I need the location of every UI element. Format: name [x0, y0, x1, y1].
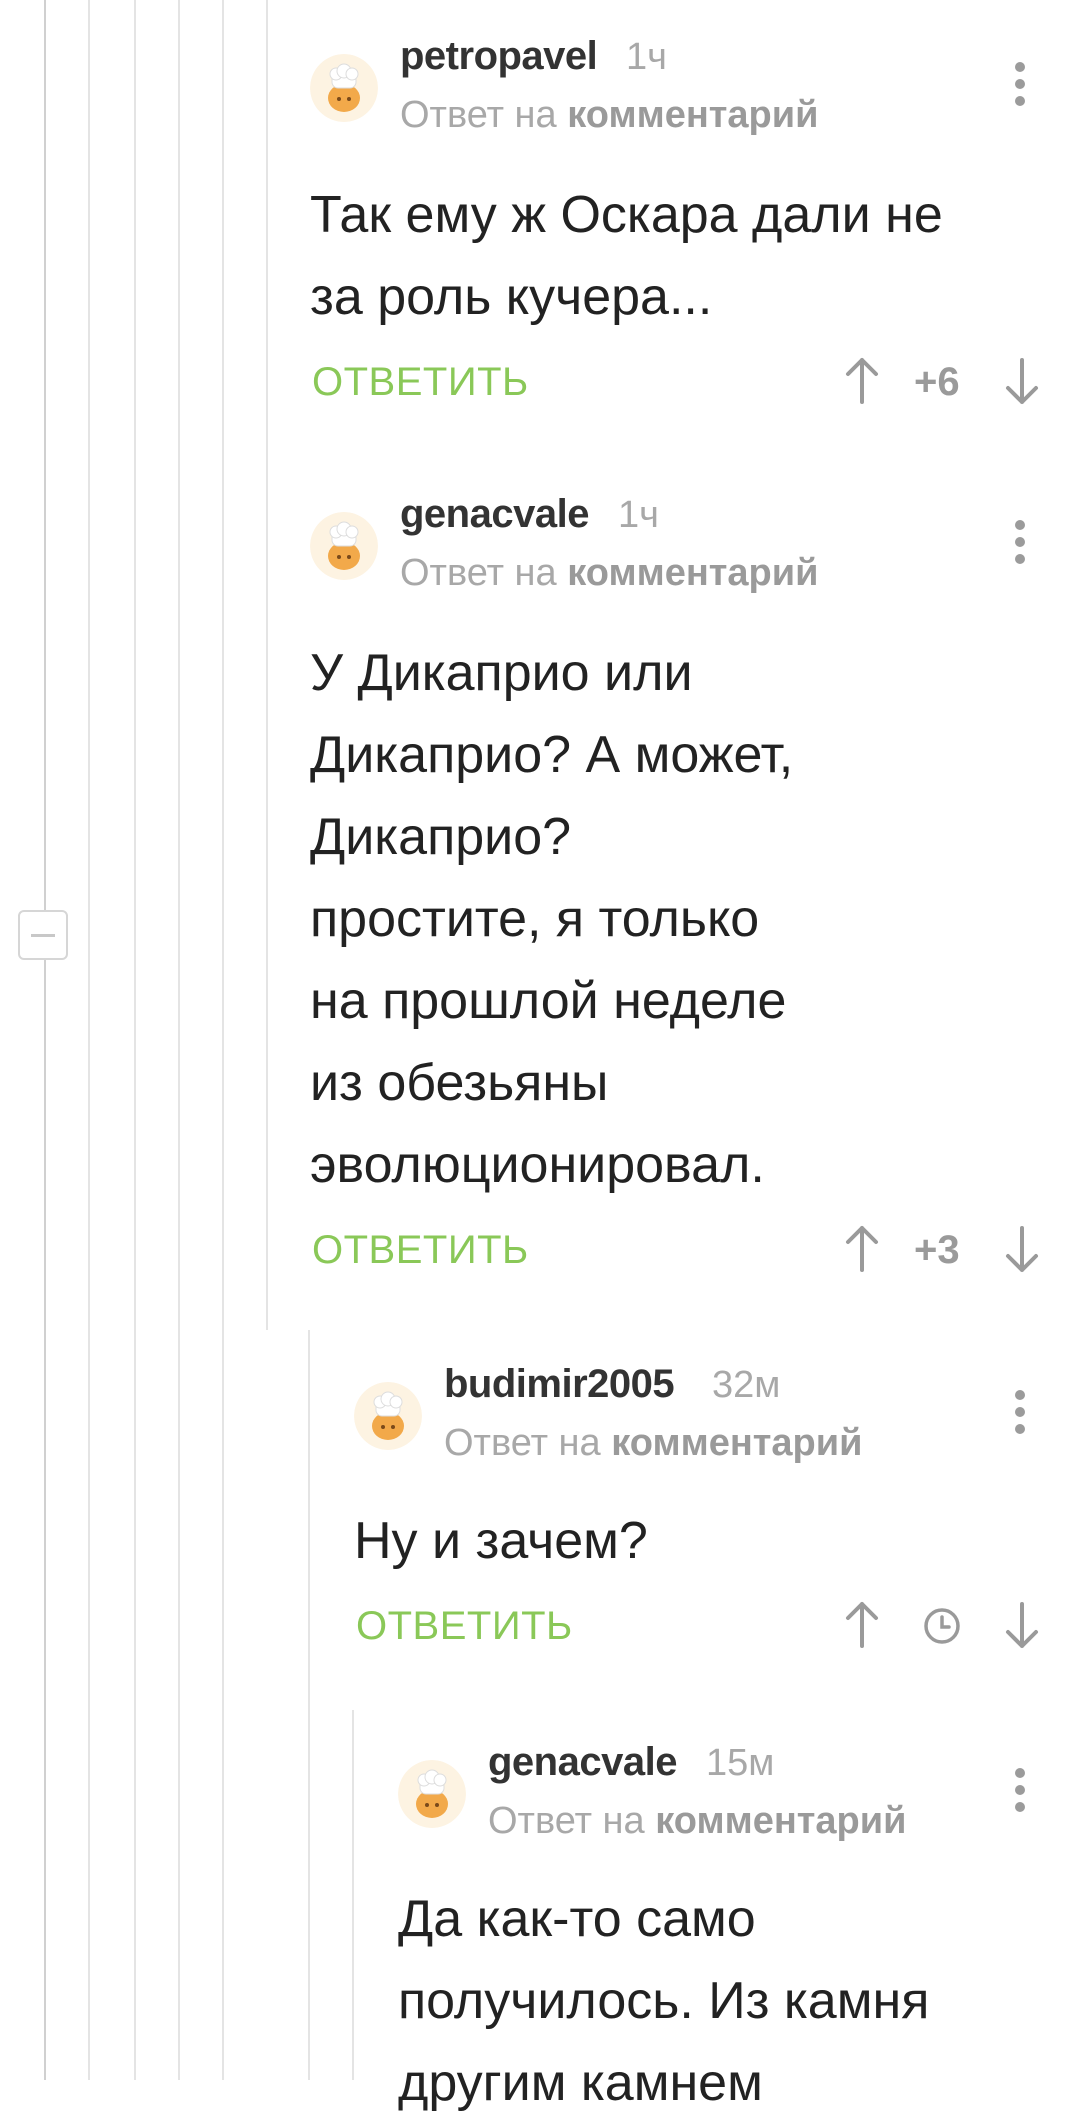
- reply-button[interactable]: ОТВЕТИТЬ: [312, 360, 529, 405]
- reply-to-label: Ответ на: [400, 552, 557, 594]
- reply-to-label: Ответ на: [444, 1422, 601, 1464]
- reply-to-line: Ответ на комментарий: [400, 94, 818, 137]
- comment-text: Да как-то само получилось. Из камня друг…: [398, 1890, 930, 2112]
- reply-to-line: Ответ на комментарий: [400, 552, 818, 595]
- thread-line: [44, 0, 46, 2080]
- reply-to-label: Ответ на: [400, 94, 557, 136]
- minus-icon: [31, 933, 55, 937]
- reply-button[interactable]: ОТВЕТИТЬ: [356, 1604, 573, 1649]
- reply-to-link[interactable]: комментарий: [567, 552, 818, 594]
- comment-time: 1ч: [618, 494, 659, 536]
- more-options-icon[interactable]: [1000, 54, 1040, 114]
- upvote-icon[interactable]: [842, 1600, 882, 1650]
- username[interactable]: budimir2005: [444, 1362, 675, 1407]
- reply-to-line: Ответ на комментарий: [444, 1422, 862, 1465]
- comment-text: Ну и зачем?: [354, 1512, 648, 1570]
- username[interactable]: petropavel: [400, 34, 598, 79]
- thread-line: [134, 0, 136, 2080]
- reply-to-label: Ответ на: [488, 1800, 645, 1842]
- username[interactable]: genacvale: [400, 492, 589, 537]
- avatar[interactable]: [310, 54, 378, 122]
- clock-icon: [924, 1608, 960, 1644]
- comment-text: Так ему ж Оскара дали не за роль кучера.…: [310, 186, 943, 326]
- reply-to-link[interactable]: комментарий: [611, 1422, 862, 1464]
- avatar[interactable]: [354, 1382, 422, 1450]
- more-options-icon[interactable]: [1000, 1382, 1040, 1442]
- downvote-icon[interactable]: [1002, 1600, 1042, 1650]
- downvote-icon[interactable]: [1002, 1224, 1042, 1274]
- username[interactable]: genacvale: [488, 1740, 677, 1785]
- thread-line: [178, 0, 180, 2080]
- reply-to-link[interactable]: комментарий: [567, 94, 818, 136]
- reply-to-line: Ответ на комментарий: [488, 1800, 906, 1843]
- reply-to-link[interactable]: комментарий: [655, 1800, 906, 1842]
- comment-time: 15м: [706, 1742, 775, 1784]
- collapse-thread-button[interactable]: [18, 910, 68, 960]
- avatar[interactable]: [310, 512, 378, 580]
- downvote-icon[interactable]: [1002, 356, 1042, 406]
- thread-line: [308, 1330, 310, 2080]
- avatar[interactable]: [398, 1760, 466, 1828]
- upvote-icon[interactable]: [842, 1224, 882, 1274]
- reply-button[interactable]: ОТВЕТИТЬ: [312, 1228, 529, 1273]
- more-options-icon[interactable]: [1000, 512, 1040, 572]
- upvote-icon[interactable]: [842, 356, 882, 406]
- thread-line: [352, 1710, 354, 2080]
- rating-value: +3: [914, 1228, 960, 1272]
- rating-value: +6: [914, 360, 960, 404]
- thread-line: [88, 0, 90, 2080]
- thread-line: [266, 0, 268, 1330]
- comment-time: 32м: [712, 1364, 781, 1406]
- more-options-icon[interactable]: [1000, 1760, 1040, 1820]
- comment-text: У Дикаприо или Дикаприо? А может, Дикапр…: [310, 644, 794, 1194]
- comment-time: 1ч: [626, 36, 667, 78]
- thread-line: [222, 0, 224, 2080]
